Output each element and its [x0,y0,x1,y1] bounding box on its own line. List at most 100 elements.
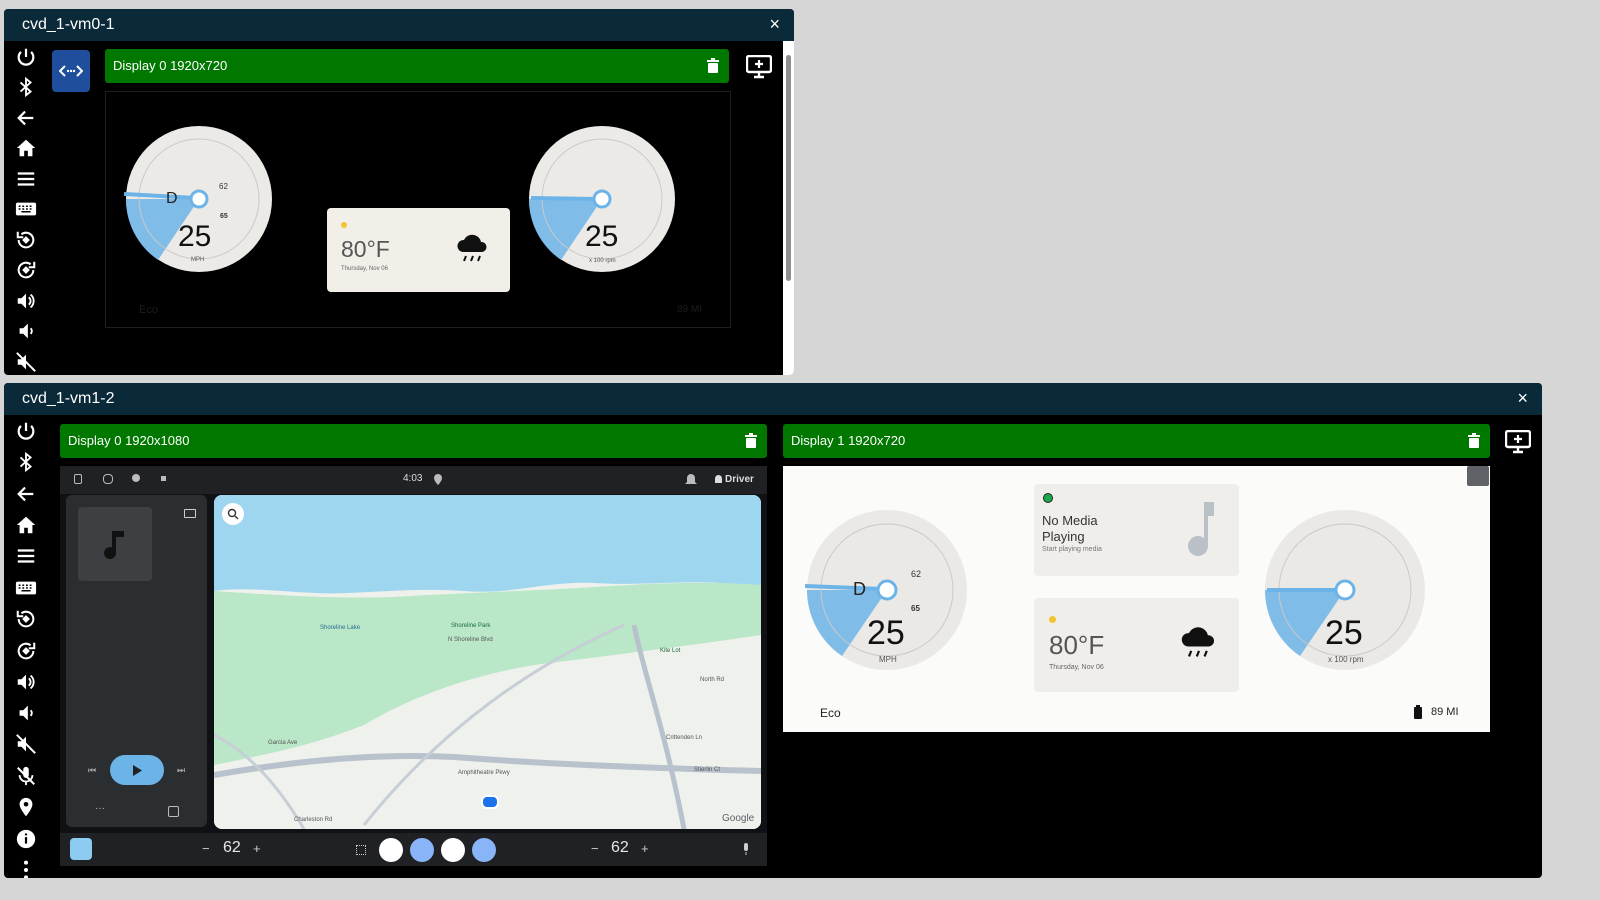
speed-unit: MPH [879,655,897,664]
vm1-display1-label: Display 1 1920x720 [791,433,906,448]
rotate-right-icon[interactable] [12,637,40,665]
right-temp[interactable]: 62 [611,839,629,857]
play-button[interactable] [110,755,164,785]
vm0-display0-label: Display 0 1920x720 [113,58,228,73]
mic-icon[interactable] [742,843,750,855]
vm0-titlebar[interactable]: cvd_1-vm0-1 × [4,9,794,41]
media-title: No Media Playing [1042,513,1098,544]
rpm-unit: x 100 rpm [1328,655,1364,664]
map-label-blvd: N Shoreline Blvd [448,637,493,643]
menu-icon[interactable] [12,542,40,570]
weather-temperature: 80°F [341,236,390,262]
app-grid-toggle[interactable] [70,838,92,860]
trash-icon[interactable] [1468,433,1480,448]
volume-down-icon[interactable] [12,699,40,727]
status-signal-icon [132,474,140,482]
right-temp-plus[interactable]: + [641,841,649,856]
more-icon[interactable] [12,856,40,878]
vm0-display0-bar: Display 0 1920x720 [105,49,729,83]
back-icon[interactable] [12,104,40,132]
volume-up-icon[interactable] [12,287,40,315]
collapse-button[interactable] [1467,466,1489,486]
location-icon[interactable] [12,793,40,821]
weather-temperature: 80°F [1049,630,1105,660]
vm0-display0-screen[interactable]: D 62 65 25 MPH 80°F Thursday, Nov 06 25 … [105,91,731,328]
play-store-icon[interactable] [441,838,465,862]
speed-limit-value: 65 [220,213,228,220]
left-temp-minus[interactable]: − [202,841,210,856]
rotate-right-icon[interactable] [12,256,40,284]
rotate-left-icon[interactable] [12,605,40,633]
status-bar: 4:03 Driver [60,466,767,494]
android-app-icon[interactable] [410,838,434,862]
vm0-close-button[interactable]: × [769,14,780,35]
left-temp[interactable]: 62 [223,839,241,857]
status-time: 4:03 [403,473,423,484]
media-panel: ⏮ ⏭ ··· [66,495,207,827]
drive-mode: Eco [820,706,841,720]
status-location-icon [434,474,442,485]
status-swap-icon [103,474,113,484]
music-note-icon [104,531,124,560]
map-label-garcia: Garcia Ave [268,740,298,746]
add-display-icon[interactable] [746,55,772,79]
map-label-stierlin: Stierlin Ct [694,767,721,773]
rotate-left-icon[interactable] [12,226,40,254]
volume-mute-icon[interactable] [12,730,40,758]
media-card[interactable]: No Media Playing Start playing media [1034,484,1239,576]
vm0-rotate-display-button[interactable] [52,50,90,92]
menu-icon[interactable] [12,165,40,193]
media-subtitle: Start playing media [1042,546,1102,553]
right-temp-minus[interactable]: − [591,841,599,856]
vm1-close-button[interactable]: × [1517,388,1528,409]
rpm-unit: x 100 rpm [589,258,616,264]
map-view[interactable]: Shoreline Lake Shoreline Park N Shorelin… [214,495,761,829]
left-temp-plus[interactable]: + [253,841,261,856]
vm0-toolbar [4,43,48,375]
add-display-icon[interactable] [1505,430,1531,454]
power-icon[interactable] [12,417,40,445]
weather-card[interactable]: 80°F Thursday, Nov 06 [327,208,510,292]
album-art[interactable] [78,507,152,581]
vm1-display0-screen[interactable]: 4:03 Driver ⏮ ⏭ ··· Shoreline Lake Shore… [60,466,767,866]
speed-value: 25 [867,614,905,652]
map-label-lake: Shoreline Lake [320,625,361,631]
speed-unit: MPH [191,257,205,263]
speed-limit-small: 62 [911,569,922,579]
weather-card[interactable]: 80°F Thursday, Nov 06 [1034,598,1239,692]
drive-mode: Eco [139,304,158,316]
weather-date: Thursday, Nov 06 [341,266,388,272]
prev-button[interactable]: ⏮ [88,765,96,776]
next-button[interactable]: ⏭ [177,765,185,776]
keyboard-icon[interactable] [12,574,40,602]
trash-icon[interactable] [745,433,757,448]
android-app-icon-2[interactable] [472,838,496,862]
info-icon[interactable] [12,825,40,853]
vm1-display1-screen[interactable]: D 62 65 25 MPH No Media Playing Start pl… [783,466,1490,732]
vm0-scrollbar[interactable] [783,41,794,375]
back-icon[interactable] [12,480,40,508]
apps-icon[interactable] [356,845,366,855]
map-label-kite: Kite Lot [660,648,681,654]
vm1-titlebar[interactable]: cvd_1-vm1-2 × [4,383,1542,415]
volume-mute-icon[interactable] [12,348,40,375]
volume-down-icon[interactable] [12,317,40,345]
maps-app-icon[interactable] [379,838,403,862]
keyboard-icon[interactable] [12,195,40,223]
notification-bell-icon[interactable] [684,473,698,487]
profile-label[interactable]: Driver [725,474,754,485]
map-search-button[interactable] [222,503,244,525]
media-queue-icon[interactable] [168,806,179,817]
mic-off-icon[interactable] [12,762,40,790]
home-icon[interactable] [12,134,40,162]
bluetooth-icon[interactable] [12,73,40,101]
media-more-button[interactable]: ··· [95,803,105,814]
volume-up-icon[interactable] [12,668,40,696]
rain-cloud-icon [457,234,487,262]
trash-icon[interactable] [707,58,719,73]
bluetooth-icon[interactable] [12,448,40,476]
sun-icon [341,222,347,228]
power-icon[interactable] [12,43,40,71]
media-source-icon[interactable] [184,509,196,518]
home-icon[interactable] [12,511,40,539]
